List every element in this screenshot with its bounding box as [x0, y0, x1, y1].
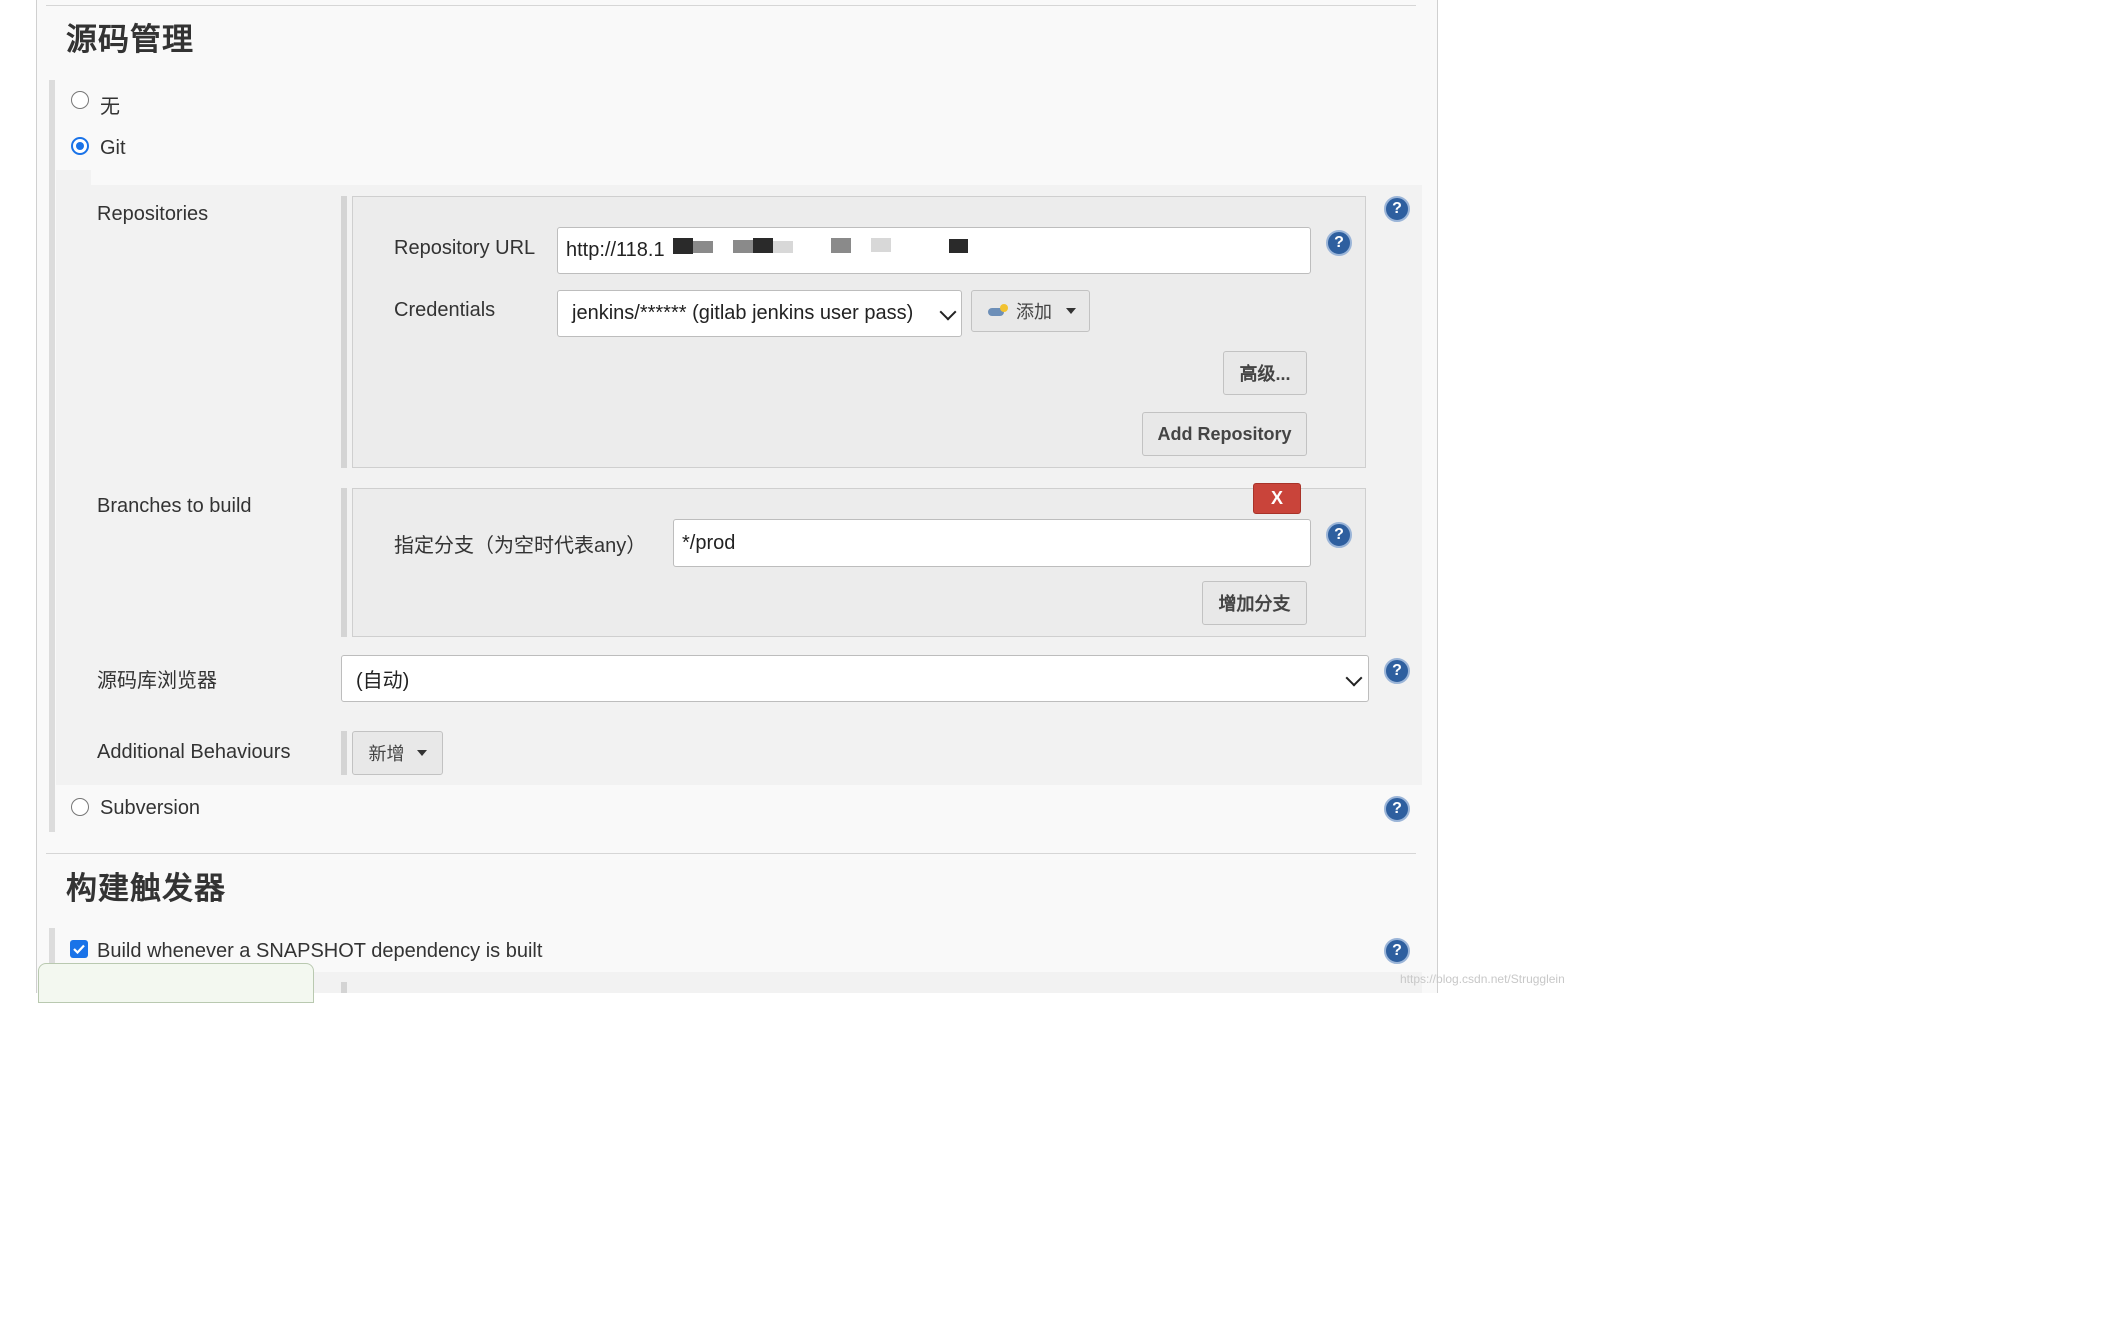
floating-overlay-card[interactable] [38, 963, 314, 1003]
repo-browser-label: 源码库浏览器 [97, 670, 217, 692]
repo-browser-help-icon[interactable]: ? [1384, 658, 1410, 684]
scm-none-radio[interactable] [71, 91, 89, 109]
advanced-button[interactable]: 高级... [1223, 351, 1307, 395]
subversion-help-icon[interactable]: ? [1384, 796, 1410, 822]
scm-none-label[interactable]: 无 [100, 90, 120, 119]
repositories-help-icon[interactable]: ? [1384, 196, 1410, 222]
repository-url-input[interactable]: http://118.1 [557, 227, 1311, 274]
credentials-select[interactable]: jenkins/****** (gitlab jenkins user pass… [557, 290, 962, 337]
triggers-section-title: 构建触发器 [66, 871, 226, 906]
branches-label: Branches to build [97, 495, 252, 517]
add-credentials-label: 添加 [1016, 302, 1052, 322]
repository-url-value: http://118.1 [566, 239, 665, 261]
caret-down-icon [1066, 308, 1076, 314]
scm-git-radio[interactable] [71, 137, 89, 155]
delete-branch-button[interactable]: X [1253, 483, 1301, 514]
section-divider [46, 5, 1416, 6]
additional-behaviours-label: Additional Behaviours [97, 741, 291, 763]
repositories-label: Repositories [97, 203, 209, 225]
add-branch-button[interactable]: 增加分支 [1202, 581, 1307, 625]
repo-browser-selected-value: (自动) [356, 670, 410, 692]
url-redaction-mark [753, 238, 773, 253]
watermark-text: https://blog.csdn.net/Strugglein [1400, 972, 1565, 986]
url-redaction-mark [733, 240, 753, 253]
section-divider [46, 853, 1416, 854]
url-redaction-mark [673, 238, 693, 254]
scm-subversion-label[interactable]: Subversion [100, 797, 200, 820]
url-redaction-mark [773, 241, 793, 253]
checkmark-icon [73, 944, 85, 954]
snapshot-trigger-checkbox[interactable] [70, 940, 88, 958]
add-behaviour-label: 新增 [368, 744, 405, 764]
repository-url-help-icon[interactable]: ? [1326, 230, 1352, 256]
url-redaction-mark [871, 238, 891, 252]
trigger-box-bar [341, 982, 347, 993]
scm-section-title: 源码管理 [66, 22, 194, 57]
credentials-selected-value: jenkins/****** (gitlab jenkins user pass… [572, 302, 914, 324]
snapshot-help-icon[interactable]: ? [1384, 938, 1410, 964]
snapshot-trigger-label[interactable]: Build whenever a SNAPSHOT dependency is … [97, 940, 542, 963]
repository-box-bar [341, 196, 347, 468]
branch-spec-value: */prod [682, 531, 736, 554]
repository-url-label: Repository URL [394, 237, 536, 259]
url-redaction-mark [949, 239, 968, 253]
branch-spec-label: 指定分支（为空时代表any） [394, 535, 647, 557]
scm-git-label[interactable]: Git [100, 137, 126, 160]
radio-group-bar [49, 80, 55, 832]
behaviours-bar [341, 731, 347, 775]
branch-spec-help-icon[interactable]: ? [1326, 522, 1352, 548]
url-redaction-mark [693, 241, 713, 253]
caret-down-icon [416, 750, 427, 756]
branch-box-bar [341, 488, 347, 637]
repo-browser-select[interactable]: (自动) [341, 655, 1369, 702]
add-credentials-button[interactable]: 添加 [971, 290, 1090, 332]
add-repository-button[interactable]: Add Repository [1142, 412, 1307, 456]
branch-spec-input[interactable]: */prod [673, 519, 1311, 567]
url-redaction-mark [831, 238, 851, 253]
scm-subversion-radio[interactable] [71, 798, 89, 816]
credentials-label: Credentials [394, 299, 496, 321]
add-behaviour-button[interactable]: 新增 [352, 731, 443, 775]
key-icon [988, 304, 1010, 318]
